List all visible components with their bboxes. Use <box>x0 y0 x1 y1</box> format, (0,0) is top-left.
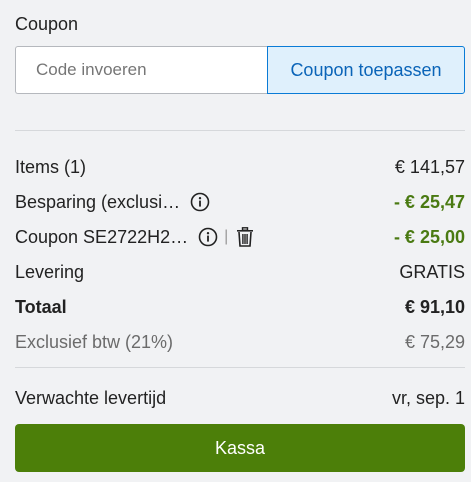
info-icon[interactable] <box>190 192 210 212</box>
total-row: Totaal € 91,10 <box>15 293 465 321</box>
coupon-applied-label: Coupon SE2722H2… <box>15 226 189 247</box>
coupon-row: Coupon SE2722H2… | - € 25,00 <box>15 223 465 251</box>
coupon-form: Coupon toepassen <box>15 46 465 94</box>
delivery-time-value: vr, sep. 1 <box>391 387 465 408</box>
checkout-button[interactable]: Kassa <box>15 424 465 472</box>
savings-value: - € 25,47 <box>393 191 465 212</box>
trash-icon[interactable] <box>236 227 254 247</box>
items-row: Items (1) € 141,57 <box>15 153 465 181</box>
coupon-code-input[interactable] <box>15 46 267 94</box>
divider <box>15 367 465 368</box>
delivery-time-label: Verwachte levertijd <box>15 387 167 408</box>
total-value: € 91,10 <box>404 296 465 317</box>
excl-vat-value: € 75,29 <box>404 331 465 352</box>
delivery-row: Levering GRATIS <box>15 258 465 286</box>
info-icon[interactable] <box>198 227 218 247</box>
total-label: Totaal <box>15 296 67 317</box>
savings-row: Besparing (exclusi… - € 25,47 <box>15 188 465 216</box>
savings-label: Besparing (exclusi… <box>15 191 181 212</box>
coupon-discount-value: - € 25,00 <box>393 226 465 247</box>
items-value: € 141,57 <box>394 156 465 177</box>
items-label: Items (1) <box>15 156 87 177</box>
excl-vat-row: Exclusief btw (21%) € 75,29 <box>15 328 465 356</box>
order-summary-panel: Coupon Coupon toepassen Items (1) € 141,… <box>0 0 471 482</box>
delivery-label: Levering <box>15 261 85 282</box>
separator: | <box>224 228 229 245</box>
excl-vat-label: Exclusief btw (21%) <box>15 331 174 352</box>
delivery-value: GRATIS <box>399 261 465 282</box>
divider <box>15 130 465 131</box>
coupon-title: Coupon <box>15 14 79 34</box>
delivery-time-row: Verwachte levertijd vr, sep. 1 <box>15 384 465 412</box>
apply-coupon-button[interactable]: Coupon toepassen <box>267 46 465 94</box>
